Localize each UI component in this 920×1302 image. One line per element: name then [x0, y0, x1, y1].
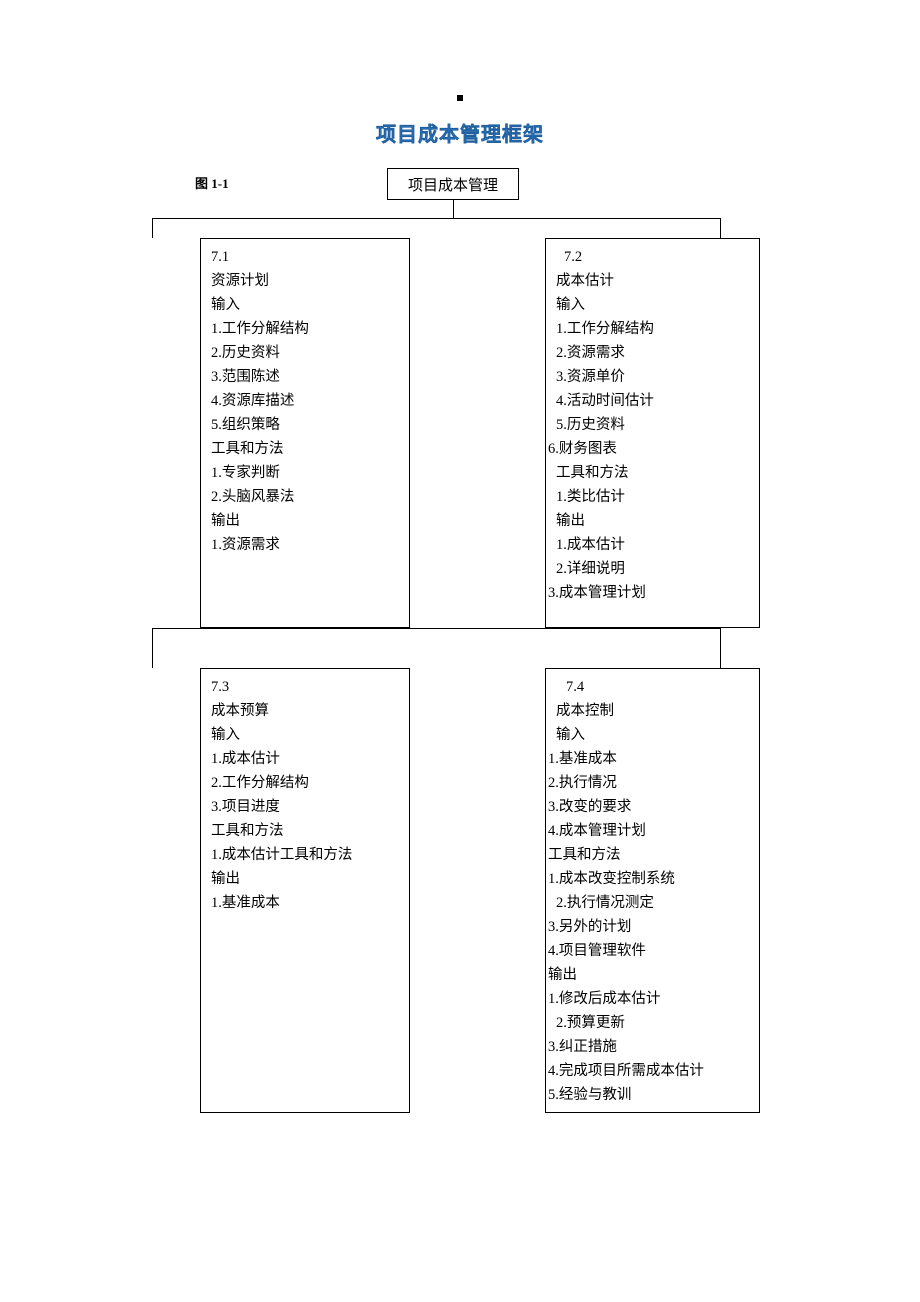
output-item: 1.成本估计 [556, 533, 749, 557]
input-item: 2.执行情况 [556, 771, 749, 795]
section-tools: 工具和方法 [211, 437, 399, 461]
box-number: 7.1 [211, 245, 399, 269]
connector-line [453, 200, 454, 218]
input-item: 3.资源单价 [556, 365, 749, 389]
output-item: 2.预算更新 [556, 1011, 749, 1035]
input-item: 1.基准成本 [556, 747, 749, 771]
section-output: 输出 [211, 867, 399, 891]
output-item: 1.基准成本 [211, 891, 399, 915]
output-item: 3.成本管理计划 [556, 581, 749, 605]
section-output: 输出 [556, 509, 749, 533]
input-item: 3.项目进度 [211, 795, 399, 819]
box-title: 成本预算 [211, 699, 399, 723]
box-number: 7.2 [556, 245, 749, 269]
box-title: 成本控制 [556, 699, 749, 723]
section-output: 输出 [556, 963, 749, 987]
connector-line [152, 218, 720, 219]
box-number: 7.4 [556, 675, 749, 699]
tool-item: 1.成本估计工具和方法 [211, 843, 399, 867]
input-item: 5.组织策略 [211, 413, 399, 437]
box-7-2: 7.2 成本估计 输入 1.工作分解结构 2.资源需求 3.资源单价 4.活动时… [545, 238, 760, 628]
input-item: 1.工作分解结构 [211, 317, 399, 341]
input-item: 3.改变的要求 [556, 795, 749, 819]
output-item: 5.经验与教训 [556, 1083, 749, 1107]
connector-line [152, 628, 720, 629]
connector-line [152, 218, 153, 238]
input-item: 1.成本估计 [211, 747, 399, 771]
input-item: 2.工作分解结构 [211, 771, 399, 795]
tool-item: 3.另外的计划 [556, 915, 749, 939]
tool-item: 4.项目管理软件 [556, 939, 749, 963]
section-input: 输入 [211, 723, 399, 747]
diagram-title: 项目成本管理框架 [376, 118, 544, 147]
dot-marker [457, 95, 463, 101]
figure-label: 图 1-1 [195, 173, 229, 192]
root-box: 项目成本管理 [387, 168, 519, 200]
connector-line [720, 628, 721, 668]
tool-item: 1.成本改变控制系统 [556, 867, 749, 891]
box-7-3: 7.3 成本预算 输入 1.成本估计 2.工作分解结构 3.项目进度 工具和方法… [200, 668, 410, 1113]
section-input: 输入 [556, 293, 749, 317]
input-item: 4.成本管理计划 [556, 819, 749, 843]
input-item: 4.资源库描述 [211, 389, 399, 413]
input-item: 5.历史资料 [556, 413, 749, 437]
tool-item: 2.头脑风暴法 [211, 485, 399, 509]
box-title: 资源计划 [211, 269, 399, 293]
output-item: 3.纠正措施 [556, 1035, 749, 1059]
section-tools: 工具和方法 [211, 819, 399, 843]
section-input: 输入 [211, 293, 399, 317]
input-item: 3.范围陈述 [211, 365, 399, 389]
output-item: 2.详细说明 [556, 557, 749, 581]
output-item: 1.修改后成本估计 [556, 987, 749, 1011]
input-item: 1.工作分解结构 [556, 317, 749, 341]
connector-line [720, 218, 721, 238]
connector-line [152, 628, 153, 668]
input-item: 2.历史资料 [211, 341, 399, 365]
section-tools: 工具和方法 [556, 461, 749, 485]
input-item: 2.资源需求 [556, 341, 749, 365]
box-title: 成本估计 [556, 269, 749, 293]
output-item: 1.资源需求 [211, 533, 399, 557]
section-output: 输出 [211, 509, 399, 533]
output-item: 4.完成项目所需成本估计 [556, 1059, 749, 1083]
tool-item: 2.执行情况测定 [556, 891, 749, 915]
tool-item: 1.专家判断 [211, 461, 399, 485]
tool-item: 1.类比估计 [556, 485, 749, 509]
input-item: 4.活动时间估计 [556, 389, 749, 413]
root-label: 项目成本管理 [408, 174, 498, 195]
box-7-1: 7.1 资源计划 输入 1.工作分解结构 2.历史资料 3.范围陈述 4.资源库… [200, 238, 410, 628]
box-7-4: 7.4 成本控制 输入 1.基准成本 2.执行情况 3.改变的要求 4.成本管理… [545, 668, 760, 1113]
section-tools: 工具和方法 [556, 843, 749, 867]
input-item: 6.财务图表 [556, 437, 749, 461]
box-number: 7.3 [211, 675, 399, 699]
section-input: 输入 [556, 723, 749, 747]
